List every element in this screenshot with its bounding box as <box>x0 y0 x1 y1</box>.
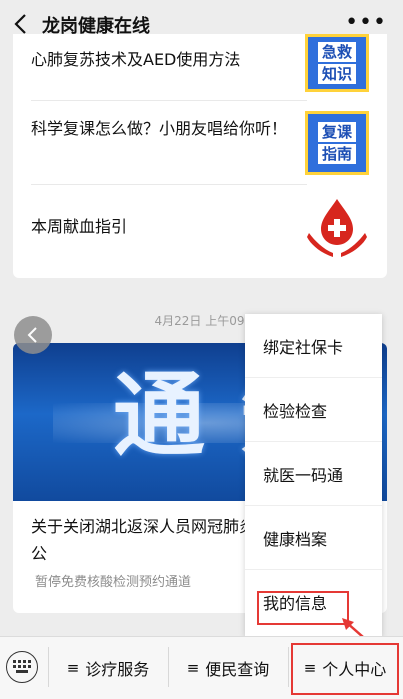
article-item[interactable]: 心肺复苏技术及AED使用方法 急救 知识 <box>31 34 369 100</box>
chevron-left-icon <box>27 327 37 343</box>
menu-item-bind-social-card[interactable]: 绑定社保卡 <box>245 314 382 378</box>
tab-label: 诊疗服务 <box>85 660 150 679</box>
article-thumbnail: 复课 指南 <box>305 111 369 175</box>
article-title: 本周献血指引 <box>31 217 128 236</box>
thumbnail-text: 指南 <box>317 144 356 164</box>
more-icon[interactable]: ••• <box>345 12 387 34</box>
article-item[interactable]: 科学复课怎么做？小朋友唱给你听！ 复课 指南 <box>31 101 369 183</box>
bottom-menu-bar: ≡ 诊疗服务 ≡ 便民查询 ≡ 个人中心 <box>0 636 403 699</box>
notice-subtitle: 暂停免费核酸检测预约通道 <box>35 575 192 590</box>
tab-convenience-query[interactable]: ≡ 便民查询 <box>169 637 287 699</box>
previous-button[interactable] <box>14 316 52 354</box>
blood-donation-icon <box>305 195 369 259</box>
menu-list-icon: ≡ <box>66 659 80 677</box>
highlight-personal-center <box>291 643 399 695</box>
back-arrow-icon[interactable] <box>10 12 34 36</box>
menu-list-icon: ≡ <box>186 659 200 677</box>
menu-item-health-record[interactable]: 健康档案 <box>245 506 382 570</box>
menu-item-medical-code[interactable]: 就医一码通 <box>245 442 382 506</box>
highlight-my-info <box>257 591 349 625</box>
article-list-card: 心肺复苏技术及AED使用方法 急救 知识 科学复课怎么做？小朋友唱给你听！ 复课… <box>13 34 387 278</box>
thumbnail-text: 复课 <box>317 122 356 142</box>
personal-center-submenu: 绑定社保卡 检验检查 就医一码通 健康档案 我的信息 <box>245 314 382 637</box>
article-title: 心肺复苏技术及AED使用方法 <box>31 50 241 69</box>
article-thumbnail: 急救 知识 <box>305 34 369 92</box>
article-item[interactable]: 本周献血指引 <box>31 185 369 271</box>
article-title: 科学复课怎么做？小朋友唱给你听！ <box>31 119 288 138</box>
tab-label: 便民查询 <box>205 660 270 679</box>
menu-item-lab-tests[interactable]: 检验检查 <box>245 378 382 442</box>
keyboard-icon[interactable] <box>6 651 38 683</box>
tab-medical-services[interactable]: ≡ 诊疗服务 <box>49 637 167 699</box>
thumbnail-text: 急救 <box>317 42 356 62</box>
thumbnail-text: 知识 <box>317 64 356 84</box>
